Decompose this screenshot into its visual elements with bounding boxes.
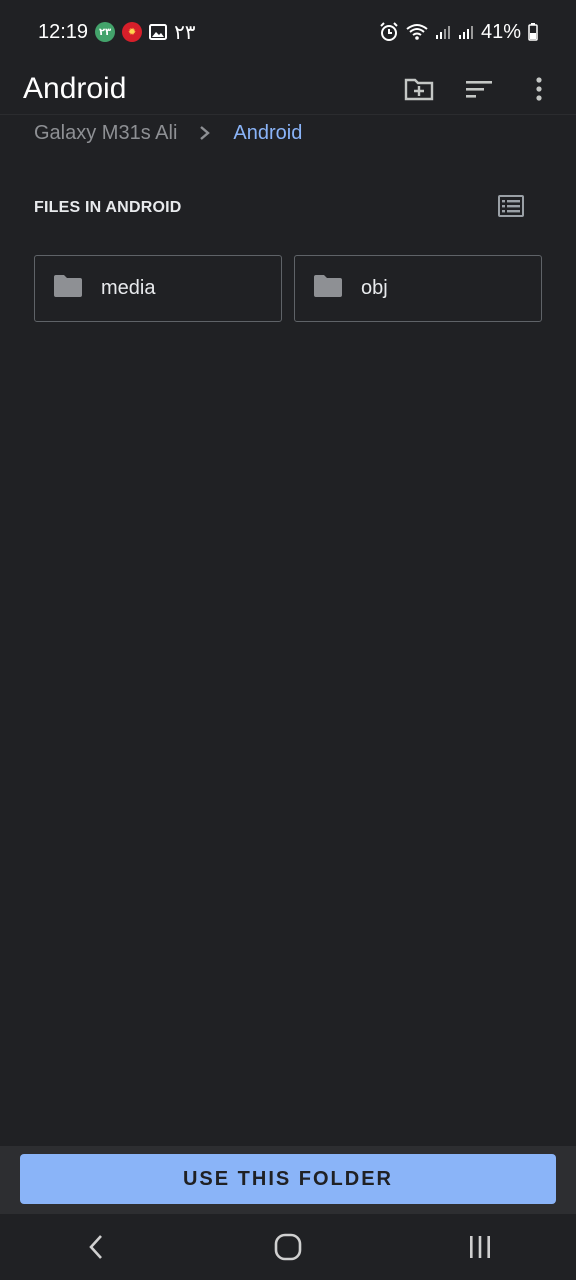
app-bar-actions	[402, 72, 556, 106]
alarm-icon	[379, 22, 399, 42]
create-folder-icon[interactable]	[402, 72, 436, 106]
signal-icon-1	[435, 24, 451, 40]
folder-icon	[53, 274, 83, 303]
folder-name: media	[101, 277, 156, 299]
breadcrumb-device[interactable]: Galaxy M31s Ali	[34, 122, 177, 145]
folder-grid: media obj	[34, 255, 542, 322]
page-title: Android	[23, 72, 127, 105]
system-nav-bar	[0, 1214, 576, 1280]
list-view-icon[interactable]	[498, 194, 524, 222]
status-right: 41%	[379, 21, 538, 44]
sort-icon[interactable]	[462, 72, 496, 106]
app-bar-divider	[0, 114, 576, 115]
clock: 12:19	[38, 20, 89, 43]
chevron-right-icon	[199, 125, 211, 141]
whatsapp-notification-icon: ۲۳	[95, 22, 116, 42]
folder-item-obj[interactable]: obj	[294, 255, 542, 322]
folder-icon	[313, 274, 343, 303]
recent-apps-icon[interactable]	[450, 1217, 510, 1277]
section-title: FILES IN ANDROID	[34, 199, 182, 216]
folder-name: obj	[361, 277, 388, 299]
breadcrumb: Galaxy M31s Ali Android	[34, 117, 302, 149]
notification-count: ۲۳	[174, 21, 196, 44]
folder-item-media[interactable]: media	[34, 255, 282, 322]
status-left: 12:19 ۲۳ ✹ ۲۳	[38, 20, 196, 45]
battery-percent: 41%	[480, 20, 521, 43]
home-icon[interactable]	[258, 1217, 318, 1277]
battery-icon	[528, 23, 538, 41]
more-vert-icon[interactable]	[522, 72, 556, 106]
app-bar: Android	[0, 64, 576, 114]
signal-icon-2	[458, 24, 474, 40]
gallery-notification-icon	[149, 24, 168, 40]
breadcrumb-current[interactable]: Android	[233, 122, 302, 145]
use-this-folder-button[interactable]: USE THIS FOLDER	[20, 1154, 556, 1204]
back-icon[interactable]	[66, 1217, 126, 1277]
wifi-icon	[406, 23, 428, 41]
section-header: FILES IN ANDROID	[34, 194, 524, 222]
app-notification-icon: ✹	[122, 22, 143, 42]
status-bar: 12:19 ۲۳ ✹ ۲۳ 41%	[0, 0, 576, 64]
